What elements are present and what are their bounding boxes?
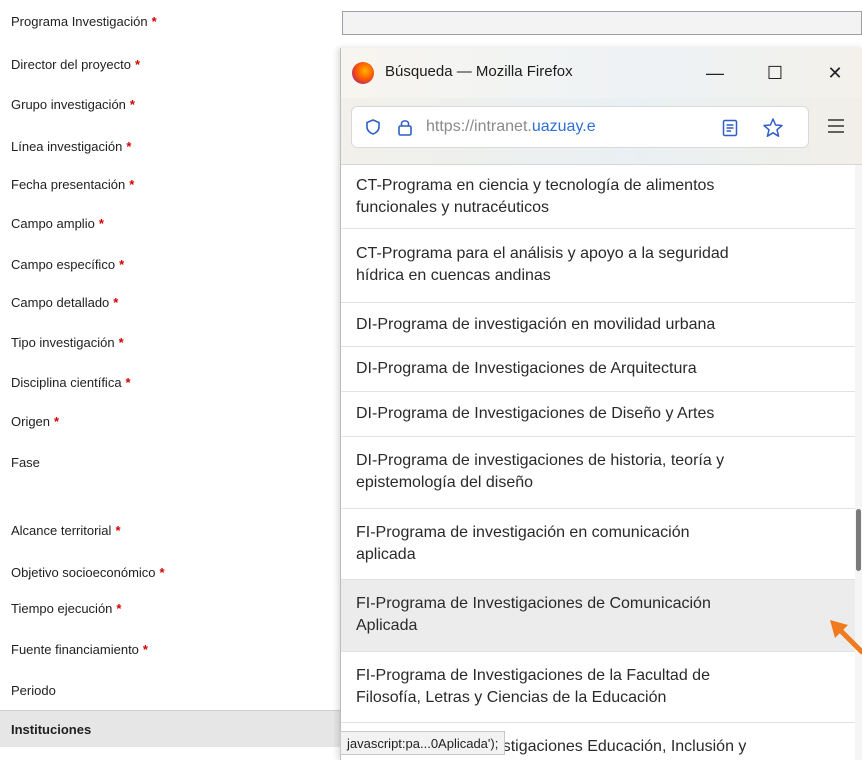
list-item[interactable]: DI-Programa de Investigaciones de Diseño…: [341, 392, 857, 437]
firefox-logo-icon: [352, 62, 374, 84]
url-text[interactable]: https://intranet.uazuay.e: [426, 118, 596, 136]
list-item[interactable]: CT-Programa para el análisis y apoyo a l…: [341, 229, 857, 303]
section-title: Instituciones: [11, 722, 92, 737]
field-label-objetivo: Objetivo socioeconómico *: [11, 565, 165, 580]
maximize-button[interactable]: ☐: [755, 58, 795, 88]
field-label-periodo: Periodo: [11, 683, 56, 698]
hamburger-menu-icon[interactable]: [827, 118, 845, 134]
list-item[interactable]: DI-Programa de investigación en movilida…: [341, 303, 857, 347]
scrollbar-thumb[interactable]: [856, 509, 861, 571]
field-label-fase: Fase: [11, 455, 40, 470]
field-label-campo-detallado: Campo detallado *: [11, 295, 119, 310]
address-bar[interactable]: https://intranet.uazuay.e: [351, 106, 809, 148]
title-bar[interactable]: Búsqueda — Mozilla Firefox — ☐ ✕: [341, 48, 862, 98]
minimize-button[interactable]: —: [695, 58, 735, 88]
field-label-fecha: Fecha presentación *: [11, 177, 135, 192]
list-item[interactable]: CT-Programa en ciencia y tecnología de a…: [341, 165, 857, 229]
lock-icon[interactable]: [397, 118, 413, 136]
field-label-fuente: Fuente financiamiento *: [11, 642, 148, 657]
annotation-arrow-icon: [830, 620, 862, 655]
field-label-tiempo: Tiempo ejecución *: [11, 601, 122, 616]
field-label-campo-amplio: Campo amplio *: [11, 216, 104, 231]
navigation-toolbar: https://intranet.uazuay.e: [341, 98, 862, 165]
search-results-list: CT-Programa en ciencia y tecnología de a…: [341, 165, 862, 760]
scrollbar[interactable]: [855, 165, 862, 760]
field-label-campo-especifico: Campo específico *: [11, 257, 125, 272]
section-header-instituciones[interactable]: Instituciones: [0, 710, 340, 747]
list-item[interactable]: FI-Programa de Investigaciones de la Fac…: [341, 652, 857, 723]
project-form: Programa Investigación * Director del pro…: [0, 0, 340, 760]
firefox-popup-window: Búsqueda — Mozilla Firefox — ☐ ✕ https:/…: [340, 48, 862, 760]
close-button[interactable]: ✕: [815, 58, 855, 88]
field-label-tipo: Tipo investigación *: [11, 335, 124, 350]
window-title: Búsqueda — Mozilla Firefox: [385, 63, 573, 80]
field-label-director: Director del proyecto *: [11, 57, 141, 72]
field-label-origen: Origen *: [11, 414, 60, 429]
field-label-alcance: Alcance territorial *: [11, 523, 121, 538]
field-label-programa: Programa Investigación *: [11, 14, 157, 29]
programa-input[interactable]: [342, 11, 862, 35]
field-label-disciplina: Disciplina científica *: [11, 375, 131, 390]
list-item[interactable]: DI-Programa de Investigaciones de Arquit…: [341, 347, 857, 392]
list-item[interactable]: DI-Programa de investigaciones de histor…: [341, 437, 857, 509]
list-item-highlighted[interactable]: FI-Programa de Investigaciones de Comuni…: [341, 580, 857, 652]
field-label-grupo: Grupo investigación *: [11, 97, 135, 112]
list-item[interactable]: FI-Programa de investigación en comunica…: [341, 509, 857, 580]
bookmark-star-icon[interactable]: [762, 117, 784, 139]
reader-view-icon[interactable]: [722, 119, 738, 137]
status-tooltip: javascript:pa...0Aplicada');: [340, 731, 506, 755]
field-label-linea: Línea investigación *: [11, 139, 132, 154]
shield-icon[interactable]: [366, 119, 380, 135]
